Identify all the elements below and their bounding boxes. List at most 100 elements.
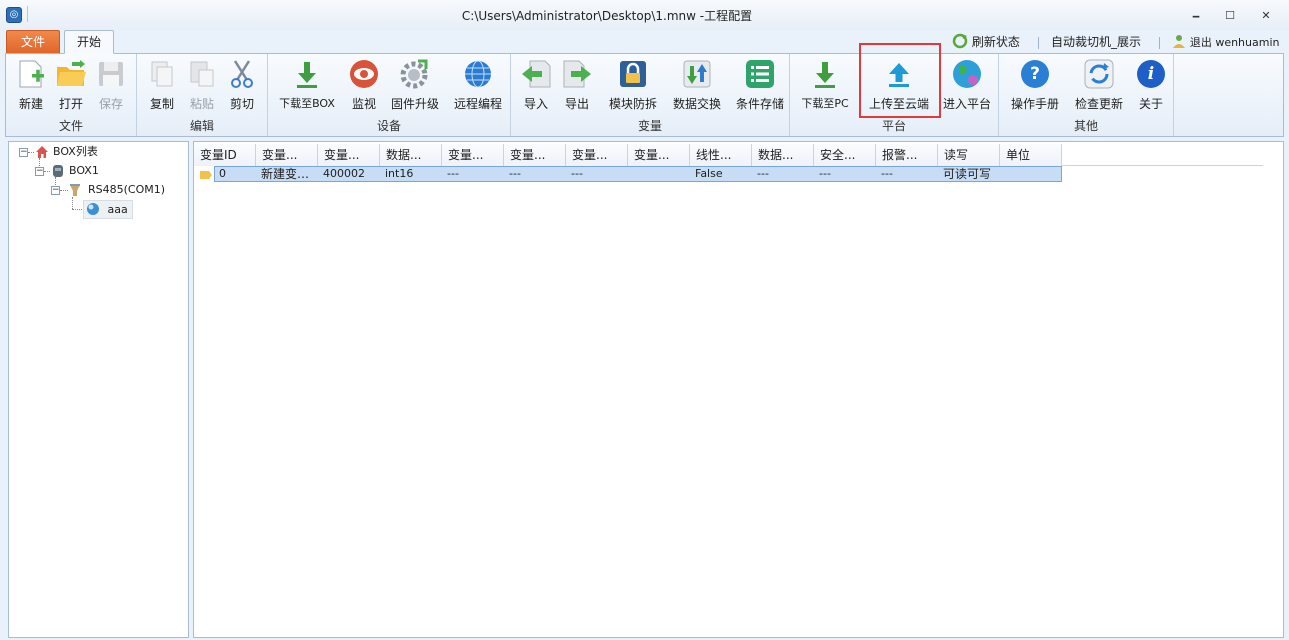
download-to-box-button[interactable]: 下载至BOX	[272, 56, 342, 114]
exchange-arrows-icon	[681, 58, 713, 90]
group-device: 下载至BOX 监视 固件升级 远程编程 设备	[268, 54, 511, 136]
group-device-label: 设备	[376, 119, 401, 133]
open-button[interactable]: 打开	[51, 56, 91, 114]
export-arrow-icon	[561, 58, 593, 90]
tree-node-rs485[interactable]: RS485(COM1)	[68, 181, 165, 199]
import-button[interactable]: 导入	[516, 56, 556, 114]
sensor-icon	[87, 203, 99, 215]
table-cell: False	[695, 167, 723, 180]
tree-expander[interactable]: −	[51, 186, 60, 195]
tree-line	[72, 197, 73, 209]
open-folder-icon	[55, 58, 87, 90]
tree-box1-label: BOX1	[69, 164, 99, 177]
group-file-label: 文件	[58, 119, 83, 133]
upload-arrow-icon	[883, 58, 915, 90]
new-button[interactable]: 新建	[11, 56, 51, 114]
column-header[interactable]: 变量...	[442, 144, 504, 166]
gear-upgrade-icon	[399, 58, 431, 90]
copy-button[interactable]: 复制	[142, 56, 182, 114]
remote-programming-label: 远程编程	[453, 97, 502, 111]
export-button[interactable]: 导出	[557, 56, 597, 114]
scissors-icon	[226, 58, 258, 90]
download-to-pc-label: 下载至PC	[801, 97, 849, 110]
column-header[interactable]: 单位	[1000, 144, 1062, 166]
data-exchange-button[interactable]: 数据交换	[667, 56, 727, 114]
tab-start[interactable]: 开始	[64, 30, 114, 54]
column-header[interactable]: 变量...	[318, 144, 380, 166]
enter-platform-button[interactable]: 进入平台	[940, 56, 994, 114]
column-header[interactable]: 变量...	[256, 144, 318, 166]
copy-icon	[146, 58, 178, 90]
tree-node-box1[interactable]: BOX1	[51, 162, 99, 180]
port-icon	[70, 184, 80, 196]
lock-shield-icon	[617, 58, 649, 90]
tree-root-label: BOX列表	[53, 145, 98, 158]
conditional-storage-button[interactable]: 条件存储	[730, 56, 790, 114]
firmware-upgrade-label: 固件升级	[390, 97, 439, 111]
firmware-upgrade-button[interactable]: 固件升级	[385, 56, 445, 114]
tab-file[interactable]: 文件	[6, 30, 60, 54]
device-tree-panel: − BOX列表 − BOX1 − RS485(COM1) aaa	[8, 141, 189, 638]
refresh-status-link[interactable]: 刷新状态	[952, 33, 1020, 51]
refresh-status-label: 刷新状态	[971, 35, 1020, 49]
row-pencil-icon	[200, 171, 212, 179]
table-cell: ---	[881, 167, 893, 180]
new-label: 新建	[18, 97, 43, 111]
column-header[interactable]: 读写	[938, 144, 1000, 166]
tree-line	[44, 171, 50, 172]
tree-line	[60, 190, 68, 191]
check-update-button[interactable]: 检查更新	[1069, 56, 1129, 114]
group-variable-label: 变量	[637, 119, 662, 133]
close-button[interactable]: ✕	[1255, 8, 1277, 24]
import-arrow-icon	[520, 58, 552, 90]
export-label: 导出	[564, 97, 589, 111]
paste-button[interactable]: 粘贴	[182, 56, 222, 114]
group-other-label: 其他	[1073, 119, 1098, 133]
table-cell	[1001, 167, 1061, 181]
table-row[interactable]: 0 新建变… 400002 int16 --- --- --- False --…	[214, 166, 1062, 182]
about-button[interactable]: i 关于	[1131, 56, 1171, 114]
logout-link[interactable]: 退出 wenhuamin	[1172, 33, 1280, 52]
download-arrow-icon	[809, 58, 841, 90]
auto-switch-link[interactable]: 自动裁切机_展示	[1051, 33, 1141, 51]
tree-aaa-label: aaa	[107, 203, 128, 216]
group-edit-label: 编辑	[189, 119, 214, 133]
window-title: C:\Users\Administrator\Desktop\1.mnw -工程…	[461, 9, 753, 23]
save-button[interactable]: 保存	[91, 56, 131, 114]
tree-line	[72, 209, 82, 210]
upload-to-cloud-button[interactable]: 上传至云端	[862, 56, 936, 114]
column-header[interactable]: 数据...	[380, 144, 442, 166]
tree-expander[interactable]: −	[35, 167, 44, 176]
column-header[interactable]: 变量...	[628, 144, 690, 166]
module-anti-tamper-button[interactable]: 模块防拆	[603, 56, 663, 114]
column-header[interactable]: 安全...	[814, 144, 876, 166]
download-to-pc-button[interactable]: 下载至PC	[794, 56, 856, 114]
group-platform: 下载至PC 上传至云端 进入平台 平台	[790, 54, 999, 136]
monitor-button[interactable]: 监视	[343, 56, 385, 114]
column-header[interactable]: 变量ID	[194, 144, 256, 166]
operation-manual-button[interactable]: ? 操作手册	[1003, 56, 1067, 114]
home-icon	[36, 146, 48, 158]
table-cell	[629, 167, 691, 181]
remote-programming-button[interactable]: 远程编程	[448, 56, 508, 114]
tree-rs485-label: RS485(COM1)	[88, 183, 166, 196]
column-header[interactable]: 数据...	[752, 144, 814, 166]
tree-expander[interactable]: −	[19, 148, 28, 157]
paste-icon	[186, 58, 218, 90]
globe-icon	[462, 58, 494, 90]
cut-label: 剪切	[229, 97, 254, 111]
tree-node-aaa[interactable]: aaa	[83, 200, 133, 219]
info-icon: i	[1135, 58, 1167, 90]
conditional-storage-label: 条件存储	[735, 97, 784, 111]
maximize-button[interactable]: ☐	[1219, 8, 1241, 24]
column-header[interactable]: 报警...	[876, 144, 938, 166]
divider	[1038, 37, 1039, 49]
column-header[interactable]: 线性...	[690, 144, 752, 166]
column-header[interactable]: 变量...	[566, 144, 628, 166]
minimize-button[interactable]: 🗕	[1185, 8, 1207, 24]
column-header[interactable]: 变量...	[504, 144, 566, 166]
cut-button[interactable]: 剪切	[222, 56, 262, 114]
tree-node-root[interactable]: BOX列表	[35, 143, 98, 161]
download-to-box-label: 下载至BOX	[279, 97, 335, 110]
download-arrow-icon	[291, 58, 323, 90]
